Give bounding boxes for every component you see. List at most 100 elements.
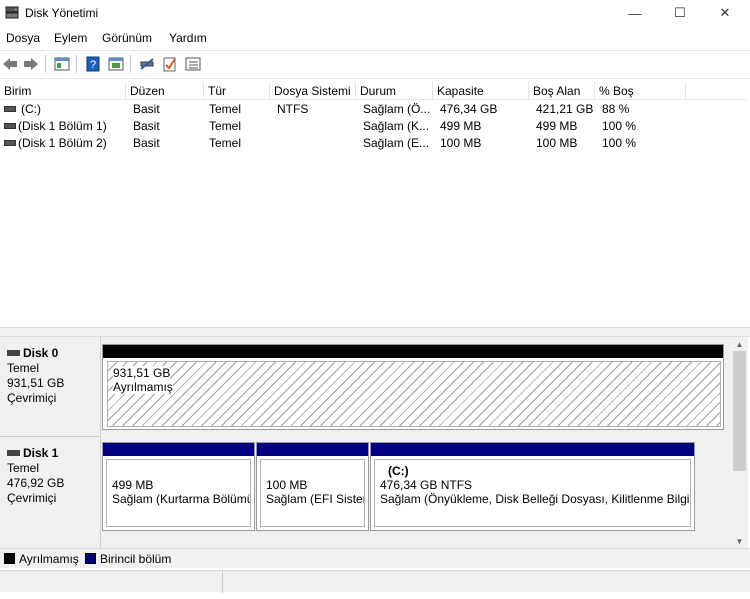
column-header-dosya-sistemi[interactable]: Dosya Sistemi <box>270 82 356 100</box>
partition-unallocated[interactable]: 931,51 GB Ayrılmamış <box>102 344 724 430</box>
connect-icon <box>140 58 154 70</box>
partition-title <box>112 464 245 478</box>
cell-duzen: Basit <box>133 102 160 116</box>
forward-arrow-icon <box>24 58 38 70</box>
menu-bar: Dosya Eylem Görünüm Yardım <box>0 28 750 48</box>
toolbar: ? <box>0 52 750 76</box>
scroll-thumb[interactable] <box>733 351 746 471</box>
menu-yardim[interactable]: Yardım <box>169 31 207 45</box>
properties-icon <box>54 57 70 71</box>
disk-0-label[interactable]: Disk 0 Temel 931,51 GB Çevrimiçi <box>0 337 101 435</box>
cell-duzen: Basit <box>133 136 160 150</box>
list-icon <box>185 57 201 71</box>
partition-size: 476,34 GB NTFS <box>380 478 473 492</box>
view-icon <box>108 57 124 71</box>
minimize-button[interactable]: — <box>612 0 658 26</box>
partition-label: Sağlam (Kurtarma Bölümü) <box>112 492 251 506</box>
cell-duzen: Basit <box>133 119 160 133</box>
cell-tur: Temel <box>209 136 242 150</box>
scroll-up-icon[interactable]: ▲ <box>731 337 748 351</box>
disk-name: Disk 0 <box>23 346 59 360</box>
menu-gorunum[interactable]: Görünüm <box>102 31 152 45</box>
partition-color-bar <box>371 443 694 456</box>
help-icon: ? <box>86 56 100 72</box>
disk-status: Çevrimiçi <box>7 491 57 505</box>
cell-bos-alan: 100 MB <box>536 136 578 150</box>
cell-yuzde-bos: 100 % <box>602 119 637 133</box>
partition-body: (C:) 476,34 GB NTFS Sağlam (Önyükleme, D… <box>374 459 691 527</box>
maximize-button[interactable]: ☐ <box>657 0 703 26</box>
legend-label-unallocated: Ayrılmamış <box>19 552 79 566</box>
cell-birim: (C:) <box>21 102 41 116</box>
view-button[interactable] <box>106 54 126 74</box>
legend-swatch-primary <box>85 553 96 564</box>
disk-type: Temel <box>7 461 40 475</box>
legend: Ayrılmamış Birincil bölüm <box>0 548 750 568</box>
svg-text:?: ? <box>90 59 96 71</box>
cell-durum: Sağlam (E... <box>363 136 430 150</box>
list-button[interactable] <box>183 54 203 74</box>
volume-icon <box>4 123 16 129</box>
column-header-durum[interactable]: Durum <box>356 82 433 100</box>
column-header-birim[interactable]: Birim <box>0 82 126 100</box>
check-icon <box>163 57 176 72</box>
cell-tur: Temel <box>209 119 242 133</box>
menu-dosya[interactable]: Dosya <box>6 31 40 45</box>
cell-tur: Temel <box>209 102 242 116</box>
cell-bos-alan: 421,21 GB <box>536 102 594 116</box>
column-header-duzen[interactable]: Düzen <box>126 82 204 100</box>
title-bar: Disk Yönetimi — ☐ ✕ <box>0 0 750 26</box>
disk-type: Temel <box>7 361 40 375</box>
partition-color-bar <box>103 443 254 456</box>
close-button[interactable]: ✕ <box>702 0 748 26</box>
cell-kapasite: 100 MB <box>440 136 482 150</box>
back-button[interactable] <box>0 54 20 74</box>
column-header-tur[interactable]: Tür <box>204 82 270 100</box>
partition-recovery[interactable]: 499 MB Sağlam (Kurtarma Bölümü) <box>102 442 255 531</box>
disk-name: Disk 1 <box>23 446 59 460</box>
volume-icon <box>4 106 16 112</box>
partition-label: Sağlam (EFI Sistem Bölümü) <box>266 492 364 506</box>
volume-list-header: Birim Düzen Tür Dosya Sistemi Durum Kapa… <box>0 82 746 100</box>
partition-label: Ayrılmamış <box>113 380 173 394</box>
legend-label-primary: Birincil bölüm <box>100 552 172 566</box>
volume-row[interactable]: (Disk 1 Bölüm 2) Basit Temel Sağlam (E..… <box>0 135 746 152</box>
window-title: Disk Yönetimi <box>25 6 99 20</box>
partition-size: 100 MB <box>266 478 308 492</box>
disk-map: Disk 0 Temel 931,51 GB Çevrimiçi 931,51 … <box>0 337 731 548</box>
column-header-yuzde-bos[interactable]: % Boş <box>595 82 686 100</box>
status-bar <box>0 570 750 593</box>
disk-icon <box>7 350 20 356</box>
legend-swatch-unallocated <box>4 553 15 564</box>
properties-button[interactable] <box>52 54 72 74</box>
maximize-icon: ☐ <box>674 5 686 20</box>
toolbar-separator <box>76 55 77 73</box>
toolbar-separator <box>45 55 46 73</box>
volume-row[interactable]: (C:) Basit Temel NTFS Sağlam (Ö... 476,3… <box>0 101 746 118</box>
partition-size: 931,51 GB <box>113 366 171 380</box>
cell-kapasite: 499 MB <box>440 119 482 133</box>
check-button[interactable] <box>160 54 180 74</box>
disk-management-app-icon <box>5 6 19 19</box>
connect-button[interactable] <box>137 54 157 74</box>
partition-body: 100 MB Sağlam (EFI Sistem Bölümü) <box>260 459 365 527</box>
column-header-kapasite[interactable]: Kapasite <box>433 82 529 100</box>
disk-map-scrollbar[interactable]: ▲ ▼ <box>731 337 748 548</box>
partition-c-drive[interactable]: (C:) 476,34 GB NTFS Sağlam (Önyükleme, D… <box>370 442 695 531</box>
disk-size: 931,51 GB <box>7 376 65 390</box>
cell-birim: (Disk 1 Bölüm 1) <box>18 119 107 133</box>
pane-splitter[interactable] <box>0 327 750 337</box>
menu-eylem[interactable]: Eylem <box>54 31 87 45</box>
help-button[interactable]: ? <box>83 54 103 74</box>
volume-list: Birim Düzen Tür Dosya Sistemi Durum Kapa… <box>0 82 746 327</box>
scroll-down-icon[interactable]: ▼ <box>731 534 748 548</box>
volume-row[interactable]: (Disk 1 Bölüm 1) Basit Temel Sağlam (K..… <box>0 118 746 135</box>
back-arrow-icon <box>3 58 17 70</box>
partition-body: 931,51 GB Ayrılmamış <box>107 361 721 427</box>
disk-status: Çevrimiçi <box>7 391 57 405</box>
forward-button[interactable] <box>21 54 41 74</box>
disk-size: 476,92 GB <box>7 476 65 490</box>
column-header-bos-alan[interactable]: Boş Alan <box>529 82 595 100</box>
disk-1-label[interactable]: Disk 1 Temel 476,92 GB Çevrimiçi <box>0 436 101 548</box>
partition-efi[interactable]: 100 MB Sağlam (EFI Sistem Bölümü) <box>256 442 369 531</box>
